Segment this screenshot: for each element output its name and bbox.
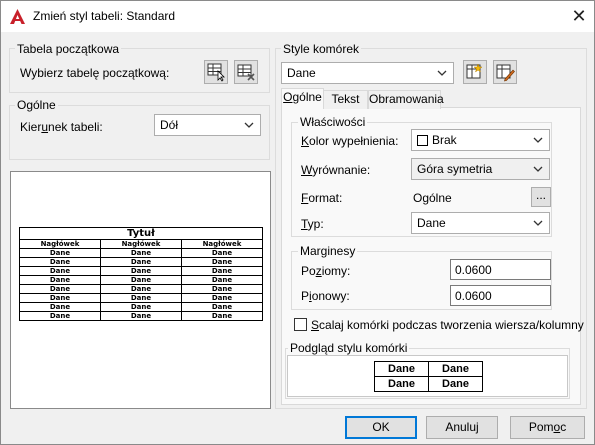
chevron-down-icon [437, 70, 447, 76]
cell-style-select[interactable]: Dane [281, 62, 454, 84]
preview-data-cell: Dane [181, 293, 263, 303]
chevron-down-icon [533, 166, 543, 172]
properties-group-label: Właściwości [298, 115, 368, 129]
preview-data-cell: Dane [100, 257, 182, 267]
vertical-margin-input[interactable]: 0.0600 [450, 285, 551, 306]
preview-header-cell: Nagłówek [181, 239, 263, 249]
preview-data-cell: Dane [100, 248, 182, 258]
cell-style-preview-label: Podgląd stylu komórki [288, 341, 410, 355]
tab-obramowania[interactable]: Obramowania [368, 90, 444, 109]
preview-data-cell: Dane [100, 293, 182, 303]
preview-data-cell: Dane [181, 311, 263, 321]
preview-data-cell: Dane [19, 311, 101, 321]
cell-styles-group-label: Style komórek [281, 42, 362, 56]
preview-header-cell: Nagłówek [100, 239, 182, 249]
preview-data-cell: Dane [19, 275, 101, 285]
help-button[interactable]: Pomoc [510, 416, 585, 439]
table-preview: Tytuł Nagłówek Nagłówek Nagłówek Dane Dan… [19, 227, 263, 321]
autocad-app-icon [10, 9, 25, 24]
merge-cells-checkbox[interactable] [294, 318, 307, 331]
merge-cells-label[interactable]: Scalaj komórki podczas tworzenia wiersza… [311, 318, 584, 332]
preview-data-cell: Dane [19, 302, 101, 312]
alignment-value: Góra symetria [417, 162, 493, 176]
table-direction-label: Kierunek tabeli: [20, 120, 103, 134]
alignment-label: Wyrównanie: [301, 163, 371, 177]
preview-cell: Dane [428, 361, 483, 377]
type-select[interactable]: Dane [411, 212, 550, 234]
manage-cell-styles-button[interactable] [493, 60, 517, 84]
ok-button[interactable]: OK [345, 416, 417, 439]
preview-data-cell: Dane [100, 302, 182, 312]
tab-tekst[interactable]: Tekst [323, 90, 368, 109]
preview-cell: Dane [428, 376, 483, 392]
preview-cell: Dane [374, 376, 429, 392]
select-table-icon [207, 63, 225, 82]
remove-table-button[interactable] [234, 60, 258, 84]
fill-color-label: Kolor wypełnienia: [301, 134, 399, 148]
preview-data-cell: Dane [181, 284, 263, 294]
preview-data-cell: Dane [181, 266, 263, 276]
manage-cell-styles-icon [496, 64, 515, 82]
preview-data-cell: Dane [19, 248, 101, 258]
preview-data-cell: Dane [100, 266, 182, 276]
remove-table-icon [237, 64, 255, 81]
format-browse-button[interactable]: ... [531, 187, 551, 207]
type-label: Typ: [301, 217, 324, 231]
cell-style-preview-box: Dane Dane Dane Dane [287, 355, 568, 397]
fill-color-select[interactable]: Brak [411, 129, 550, 151]
preview-data-cell: Dane [100, 275, 182, 285]
table-preview-panel: Tytuł Nagłówek Nagłówek Nagłówek Dane Dan… [10, 171, 271, 409]
cancel-button[interactable]: Anuluj [426, 416, 498, 439]
create-cell-style-icon [466, 63, 483, 79]
select-table-button[interactable] [204, 60, 228, 84]
cell-style-preview-table: Dane Dane Dane Dane [374, 361, 483, 392]
select-starting-table-label: Wybierz tabelę początkową: [20, 66, 170, 80]
preview-header-cell: Nagłówek [19, 239, 101, 249]
table-direction-value: Dół [160, 118, 179, 132]
color-swatch-icon [417, 135, 428, 146]
title-bar: Zmień styl tabeli: Standard ✕ [1, 1, 594, 32]
dialog-window: Zmień styl tabeli: Standard ✕ Tabela poc… [0, 0, 595, 445]
format-value: Ogólne [413, 191, 452, 205]
preview-data-cell: Dane [181, 302, 263, 312]
preview-data-cell: Dane [19, 266, 101, 276]
alignment-select[interactable]: Góra symetria [411, 158, 550, 180]
chevron-down-icon [244, 122, 254, 128]
type-value: Dane [417, 216, 446, 230]
vertical-margin-label: Pionowy: [301, 289, 350, 303]
general-group-label: Ogólne [15, 98, 58, 112]
preview-data-cell: Dane [181, 257, 263, 267]
window-title: Zmień styl tabeli: Standard [33, 9, 176, 23]
margins-group-label: Marginesy [298, 244, 358, 258]
table-direction-select[interactable]: Dół [154, 114, 261, 136]
preview-title-cell: Tytuł [19, 227, 263, 240]
preview-data-cell: Dane [19, 293, 101, 303]
chevron-down-icon [533, 220, 543, 226]
horizontal-margin-value: 0.0600 [455, 263, 492, 277]
starting-table-group-label: Tabela początkowa [15, 42, 122, 56]
create-cell-style-button[interactable] [463, 60, 487, 84]
cell-style-value: Dane [287, 66, 316, 80]
preview-data-cell: Dane [19, 257, 101, 267]
horizontal-margin-input[interactable]: 0.0600 [450, 259, 551, 280]
format-label: Format: [301, 191, 343, 205]
preview-data-cell: Dane [19, 284, 101, 294]
preview-data-cell: Dane [100, 311, 182, 321]
tab-ogolne[interactable]: Ogólne [281, 88, 324, 109]
horizontal-margin-label: Poziomy: [301, 264, 351, 278]
vertical-margin-value: 0.0600 [455, 289, 492, 303]
chevron-down-icon [533, 137, 543, 143]
fill-color-value: Brak [432, 133, 457, 147]
close-icon[interactable]: ✕ [567, 5, 591, 27]
preview-data-cell: Dane [100, 284, 182, 294]
preview-data-cell: Dane [181, 248, 263, 258]
preview-cell: Dane [374, 361, 429, 377]
preview-data-cell: Dane [181, 275, 263, 285]
